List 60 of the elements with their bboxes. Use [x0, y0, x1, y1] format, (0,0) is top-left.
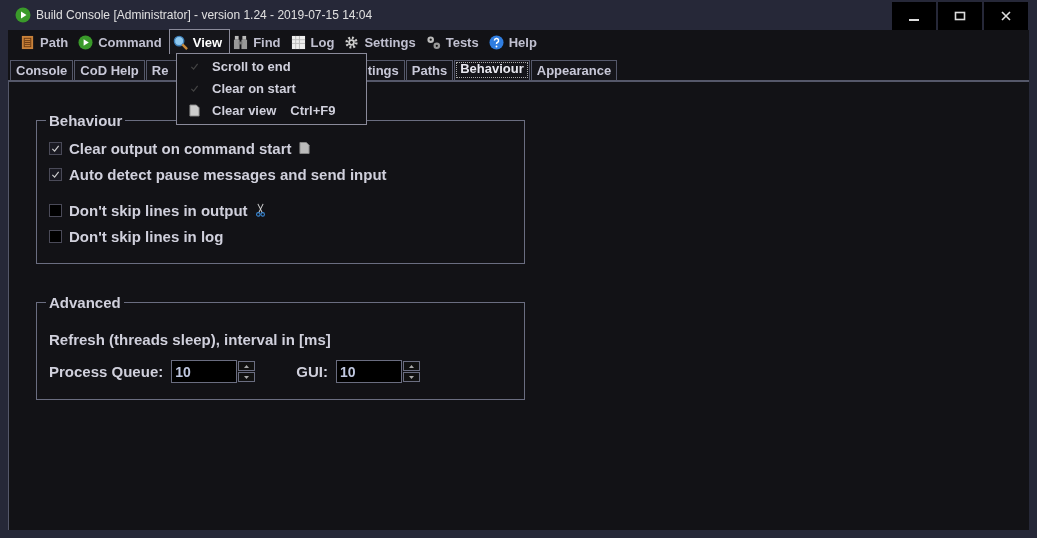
menu-entry[interactable]: Clear on start [177, 77, 366, 99]
book-icon [20, 34, 35, 50]
tab[interactable]: CoD Help [74, 60, 145, 80]
menu-item[interactable]: Help [485, 30, 544, 54]
interval-note: Refresh (threads sleep), interval in [ms] [49, 331, 332, 348]
gear-icon [344, 34, 360, 50]
checkbox[interactable] [49, 167, 62, 181]
caret-up-icon [244, 364, 250, 368]
close-button[interactable] [984, 2, 1028, 30]
checkbox-label: Auto detect pause messages and send input [69, 165, 387, 183]
menu-item[interactable]: Settings [341, 30, 423, 54]
menu-item[interactable]: Command [75, 30, 169, 54]
tab[interactable]: Behaviour [454, 60, 530, 80]
scissors-icon [254, 203, 266, 217]
tab[interactable]: Paths [405, 60, 454, 80]
minimize-icon [909, 19, 919, 21]
spin-up-button[interactable] [238, 361, 256, 371]
spin-down-button[interactable] [238, 372, 256, 382]
maximize-button[interactable] [938, 2, 982, 30]
spin-field[interactable]: 10 [335, 360, 402, 383]
shortcut-text: Ctrl+F9 [290, 102, 336, 118]
checkbox-label: Don't skip lines in log [69, 227, 224, 245]
field-label: GUI: [296, 363, 328, 380]
page-icon [189, 103, 200, 117]
close-icon [1000, 10, 1012, 22]
menu-item[interactable]: Find [230, 30, 288, 54]
maximize-icon [954, 10, 966, 22]
caret-up-icon [408, 364, 414, 368]
spin-down-button[interactable] [402, 372, 420, 382]
play-icon [78, 34, 94, 50]
window-title: Build Console [Administrator] - version 1.24 - 2019-07-15 14:04 [36, 8, 373, 22]
menu-entry[interactable]: Clear view Ctrl+F9 [177, 99, 366, 121]
page-icon [298, 141, 310, 155]
binoculars-icon [233, 34, 249, 50]
menu-item[interactable]: View [168, 29, 231, 54]
spin-field[interactable]: 10 [171, 360, 238, 383]
help-icon [488, 34, 504, 50]
check-icon [51, 169, 60, 179]
checkbox[interactable] [49, 141, 62, 155]
spin-up-button[interactable] [402, 361, 420, 371]
checkbox[interactable] [49, 203, 62, 217]
app-icon [15, 7, 31, 23]
grid-icon [290, 34, 306, 50]
field-label: Process Queue: [49, 363, 164, 380]
checkbox-label: Clear output on command start [69, 139, 292, 157]
caret-down-icon [244, 375, 250, 379]
group-title: Advanced [48, 294, 122, 311]
group-title: Behaviour [48, 112, 124, 129]
tab[interactable]: Console [10, 60, 74, 80]
tab[interactable]: Appearance [530, 60, 618, 80]
menu-entry[interactable]: Scroll to end [177, 55, 366, 77]
menu-item[interactable]: Log [287, 30, 342, 54]
gears-icon [425, 34, 441, 50]
checkbox-label: Don't skip lines in output [69, 201, 248, 219]
search-icon [172, 34, 188, 50]
caret-down-icon [408, 375, 414, 379]
menu-item[interactable]: Tests [422, 30, 486, 54]
checkbox[interactable] [49, 229, 62, 243]
check-icon [51, 143, 60, 153]
menu-item[interactable]: Path [17, 30, 76, 54]
